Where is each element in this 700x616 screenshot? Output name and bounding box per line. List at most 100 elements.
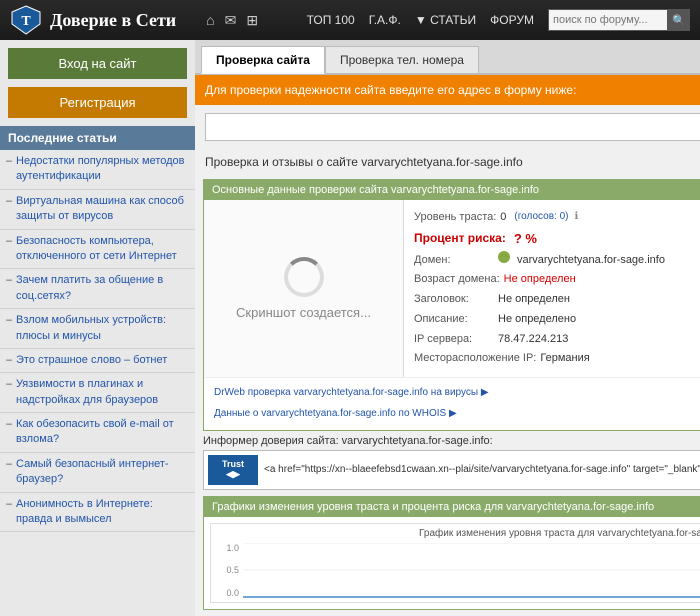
nav-area: ТОП 100 Г.А.Ф. ▼ СТАТЬИ ФОРУМ 🔍 — [307, 9, 690, 31]
sidebar-article-link[interactable]: Безопасность компьютера, отключенного от… — [16, 235, 177, 262]
informer-box: Trust ◀▶ <a href="https://xn--blaeefebsd… — [203, 450, 700, 490]
search-input[interactable] — [548, 9, 668, 31]
sidebar-article-item[interactable]: Как обезопасить свой e-mail от взлома? — [0, 413, 195, 453]
ip-value: 78.47.224.213 — [498, 330, 568, 349]
sidebar-article-link[interactable]: Уязвимости в плагинах и надстройках для … — [16, 378, 158, 405]
location-label: Местораcположение IP: — [414, 349, 536, 368]
informer-logo: Trust ◀▶ — [208, 455, 258, 485]
informer-code[interactable]: <a href="https://xn--blaeefebsd1cwaan.xn… — [264, 464, 700, 475]
sidebar-article-item[interactable]: Зачем платить за общение в соц.сетях? — [0, 269, 195, 309]
trust-level-label: Уровень траста: — [414, 208, 496, 227]
location-value: Германия — [540, 349, 589, 368]
screenshot-text: Скриншот создается... — [236, 305, 371, 320]
site-title: Доверие в Сети — [50, 10, 176, 31]
header-label: Заголовок: — [414, 290, 494, 309]
informer-logo-text1: Trust — [222, 459, 244, 469]
links-area: DrWeb проверка varvarychtetyana.for-sage… — [204, 377, 700, 430]
sidebar-article-link[interactable]: Как обезопасить свой e-mail от взлома? — [16, 418, 174, 445]
search-button[interactable]: 🔍 — [668, 9, 690, 31]
sidebar-article-item[interactable]: Виртуальная машина как способ защиты от … — [0, 190, 195, 230]
nav-articles[interactable]: ▼ СТАТЬИ — [415, 13, 476, 27]
informer-title: Информер доверия сайта: varvarychtetyana… — [203, 435, 700, 447]
login-button[interactable]: Вход на сайт — [8, 48, 187, 79]
result-box-header: Основные данные проверки сайта varvarych… — [204, 180, 700, 200]
content-area: Проверка сайта Проверка тел. номера Для … — [195, 40, 700, 616]
sidebar-article-item[interactable]: Анонимность в Интернете: правда и вымысе… — [0, 493, 195, 533]
trust-level-value: 0 — [500, 208, 506, 227]
sidebar-article-link[interactable]: Недостатки популярных методов аутентифик… — [16, 155, 185, 182]
sidebar-article-item[interactable]: Самый безопасный интернет-браузер? — [0, 453, 195, 493]
graph-svg — [243, 543, 700, 598]
sidebar-article-link[interactable]: Анонимность в Интернете: правда и вымысе… — [16, 498, 153, 525]
domain-value: varvarychtetyana.for-sage.info — [517, 251, 665, 270]
loading-spinner — [284, 257, 324, 297]
sidebar-article-item[interactable]: Недостатки популярных методов аутентифик… — [0, 150, 195, 190]
info-icon: ℹ — [574, 208, 578, 227]
tab-check-phone[interactable]: Проверка тел. номера — [325, 46, 479, 73]
graph-header: Графики изменения уровня траста и процен… — [204, 497, 700, 517]
home-icon[interactable]: ⌂ — [206, 12, 214, 28]
sidebar-article-item[interactable]: Это страшное слово – ботнет — [0, 349, 195, 373]
sidebar-article-link[interactable]: Зачем платить за общение в соц.сетях? — [16, 274, 163, 301]
info-panel: Уровень траста: 0 (голосов: 0) ℹ Процент… — [404, 200, 700, 377]
logo-icon: Т — [10, 4, 42, 36]
mail-icon[interactable]: ✉ — [225, 12, 237, 29]
sidebar-article-item[interactable]: Взлом мобильных устройств: плюсы и минус… — [0, 309, 195, 349]
sidebar-articles-title: Последние статьи — [0, 126, 195, 150]
description-row: Описание: Не определено — [414, 310, 700, 329]
header-value: Не определен — [498, 290, 570, 309]
percent-label: Процент риска: — [414, 228, 506, 250]
screenshot-area: Скриншот создается... — [204, 200, 404, 377]
whois-link[interactable]: Данные о varvarychtetyana.for-sage.info … — [214, 408, 457, 419]
tab-check-site[interactable]: Проверка сайта — [201, 46, 325, 74]
ip-row: IP сервера: 78.47.224.213 — [414, 330, 700, 349]
info-bar: Для проверки надежности сайта введите ег… — [195, 75, 700, 105]
sidebar-article-link[interactable]: Виртуальная машина как способ защиты от … — [16, 195, 184, 222]
nav-faq[interactable]: Г.А.Ф. — [369, 13, 401, 27]
y-label-top: 1.0 — [219, 543, 239, 553]
logo-area: Т Доверие в Сети — [10, 4, 176, 36]
domain-label: Домен: — [414, 251, 494, 270]
description-label: Описание: — [414, 310, 494, 329]
informer-logo-text2: ◀▶ — [226, 469, 240, 480]
trust-level-row: Уровень траста: 0 (голосов: 0) ℹ — [414, 208, 700, 227]
check-icon — [498, 251, 510, 263]
informer-area: Информер доверия сайта: varvarychtetyana… — [203, 435, 700, 490]
result-box-body: Скриншот создается... Уровень траста: 0 … — [204, 200, 700, 377]
description-value: Не определено — [498, 310, 576, 329]
nav-top100[interactable]: ТОП 100 — [307, 13, 355, 27]
graph-body: График изменения уровня траста для varva… — [204, 517, 700, 609]
sidebar-article-item[interactable]: Безопасность компьютера, отключенного от… — [0, 230, 195, 270]
y-label-bot: 0.0 — [219, 588, 239, 598]
y-label-mid: 0.5 — [219, 565, 239, 575]
register-button[interactable]: Регистрация — [8, 87, 187, 118]
header-row: Заголовок: Не определен — [414, 290, 700, 309]
sidebar-article-item[interactable]: Уязвимости в плагинах и надстройках для … — [0, 373, 195, 413]
search-box: 🔍 — [548, 9, 690, 31]
grid-icon[interactable]: ⊞ — [246, 12, 258, 29]
domain-row: Домен: varvarychtetyana.for-sage.info — [414, 251, 700, 270]
percent-value: ? % — [514, 228, 537, 250]
nav-forum[interactable]: ФОРУМ — [490, 13, 534, 27]
result-title: Проверка и отзывы о сайте varvarychtetya… — [195, 149, 700, 175]
header: Т Доверие в Сети ⌂ ✉ ⊞ ТОП 100 Г.А.Ф. ▼ … — [0, 0, 700, 40]
tabs: Проверка сайта Проверка тел. номера — [195, 40, 700, 75]
result-box: Основные данные проверки сайта varvarych… — [203, 179, 700, 431]
ip-label: IP сервера: — [414, 330, 494, 349]
sidebar-article-link[interactable]: Это страшное слово – ботнет — [16, 354, 167, 366]
percent-risk-row: Процент риска: ? % — [414, 228, 700, 250]
sidebar: Вход на сайт Регистрация Последние стать… — [0, 40, 195, 616]
sidebar-article-link[interactable]: Взлом мобильных устройств: плюсы и минус… — [16, 314, 166, 341]
drweb-link[interactable]: DrWeb проверка varvarychtetyana.for-sage… — [214, 387, 489, 398]
trust-votes[interactable]: (голосов: 0) — [514, 208, 568, 227]
url-input-field[interactable] — [205, 113, 700, 141]
age-row: Возраст домена: Не определен — [414, 270, 700, 289]
graph-inner: График изменения уровня траста для varva… — [210, 523, 700, 603]
sidebar-articles-list: Недостатки популярных методов аутентифик… — [0, 150, 195, 532]
url-input-row: ПРОВЕРКА САЙТА — [195, 105, 700, 149]
sidebar-article-link[interactable]: Самый безопасный интернет-браузер? — [16, 458, 169, 485]
age-label: Возраст домена: — [414, 270, 500, 289]
age-value: Не определен — [504, 270, 576, 289]
graph-inner-title: График изменения уровня траста для varva… — [219, 528, 700, 539]
graph-area: Графики изменения уровня траста и процен… — [203, 496, 700, 610]
